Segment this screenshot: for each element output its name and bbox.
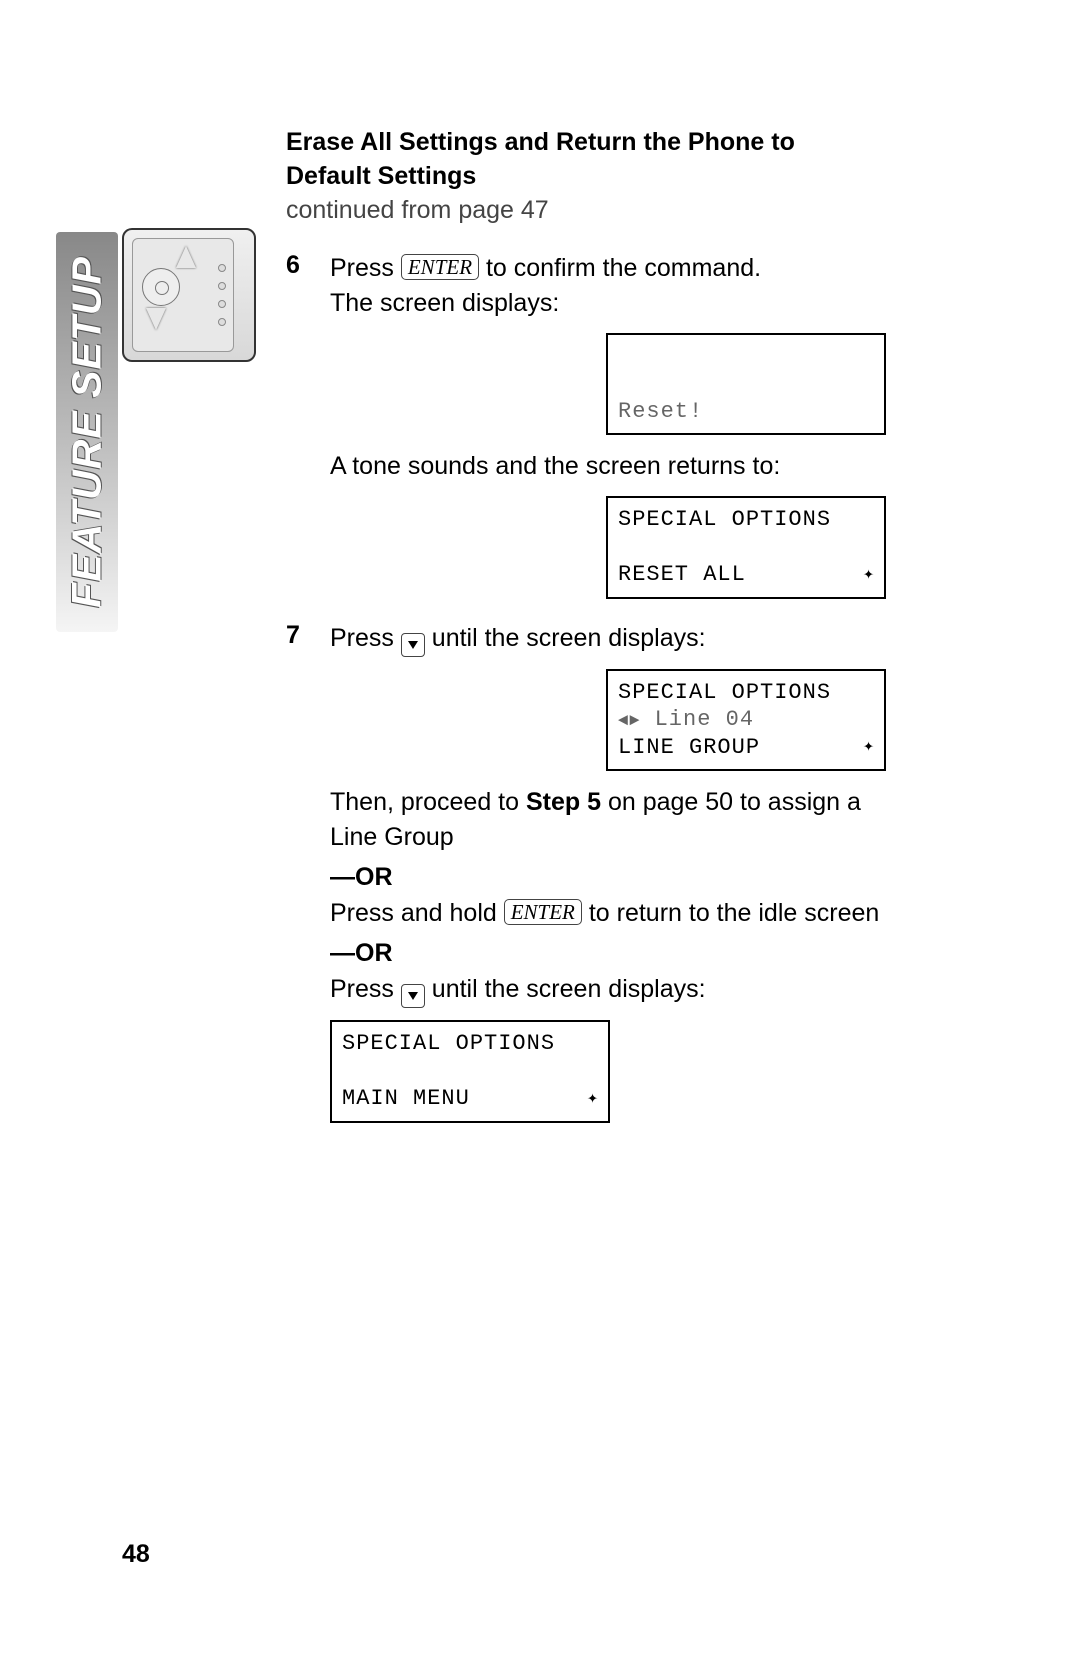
step-6-after: to confirm the command. (479, 254, 761, 282)
heading-line-2: Default Settings (286, 162, 476, 190)
heading-line-1: Erase All Settings and Return the Phone … (286, 128, 795, 156)
page-number: 48 (122, 1540, 150, 1569)
tone-text: A tone sounds and the screen returns to: (330, 449, 886, 484)
lcd4-row3: MAIN MENU ✦ (342, 1085, 598, 1113)
lcd2-row1: SPECIAL OPTIONS (618, 506, 874, 534)
or-divider-2: —OR (330, 939, 886, 968)
enter-key-icon: ENTER (401, 254, 479, 280)
down-arrow-icon (401, 633, 425, 657)
then-proceed-text: Then, proceed to Step 5 on page 50 to as… (330, 785, 886, 855)
lcd2-empty-row (618, 534, 874, 562)
content-area: Erase All Settings and Return the Phone … (286, 126, 886, 1137)
step-7: 7 Press until the screen displays: SPECI… (286, 621, 886, 856)
lcd4-row3-text: MAIN MENU (342, 1085, 470, 1113)
continued-from: continued from page 47 (286, 196, 886, 225)
arrows-lr-icon: ◄► (618, 712, 640, 731)
lcd-screen-1: Reset! (606, 333, 886, 436)
lcd3-row3: LINE GROUP ✦ (618, 734, 874, 762)
lcd4-row1: SPECIAL OPTIONS (342, 1030, 598, 1058)
step-6-prefix: Press (330, 254, 401, 282)
lcd-screen-3: SPECIAL OPTIONS ◄► Line 04 LINE GROUP ✦ (606, 669, 886, 772)
step-6-body: Press ENTER to confirm the command. The … (330, 251, 886, 613)
down-arrow-icon (401, 984, 425, 1008)
or-divider-1: —OR (330, 863, 886, 892)
lcd4-empty-row (342, 1058, 598, 1086)
lcd3-row2: ◄► Line 04 (618, 706, 874, 734)
step-7-after: until the screen displays: (425, 624, 706, 652)
lcd3-row1: SPECIAL OPTIONS (618, 679, 874, 707)
phone-illustration-thumbnail (122, 228, 256, 362)
side-tab-text: FEATURE SETUP (64, 256, 111, 608)
step-5-ref: Step 5 (526, 788, 601, 816)
section-heading: Erase All Settings and Return the Phone … (286, 126, 886, 194)
lcd1-empty-row (618, 343, 874, 371)
press-hold-2: to return to the idle screen (582, 899, 879, 927)
lcd3-row2-text: Line 04 (640, 707, 754, 732)
step-7-body: Press until the screen displays: SPECIAL… (330, 621, 886, 856)
nav-icon: ✦ (587, 1088, 598, 1111)
lcd-screen-2: SPECIAL OPTIONS RESET ALL ✦ (606, 496, 886, 599)
side-tab: FEATURE SETUP (56, 232, 118, 632)
step-6-line2: The screen displays: (330, 289, 559, 317)
step-6-number: 6 (286, 251, 312, 613)
lcd1-row3: Reset! (618, 398, 874, 426)
press-down-2: until the screen displays: (425, 975, 706, 1003)
step-6: 6 Press ENTER to confirm the command. Th… (286, 251, 886, 613)
step-7-prefix: Press (330, 624, 401, 652)
press-down-text: Press until the screen displays: (330, 972, 886, 1008)
nav-icon: ✦ (863, 736, 874, 759)
press-down-1: Press (330, 975, 401, 1003)
lcd2-row3-text: RESET ALL (618, 561, 746, 589)
nav-icon: ✦ (863, 564, 874, 587)
then-text-1: Then, proceed to (330, 788, 526, 816)
enter-key-icon: ENTER (504, 899, 582, 925)
lcd2-row3: RESET ALL ✦ (618, 561, 874, 589)
press-hold-1: Press and hold (330, 899, 504, 927)
press-hold-text: Press and hold ENTER to return to the id… (330, 896, 886, 931)
lcd1-empty-row2 (618, 370, 874, 398)
lcd3-row3-text: LINE GROUP (618, 734, 760, 762)
step-7-number: 7 (286, 621, 312, 856)
lcd-screen-4: SPECIAL OPTIONS MAIN MENU ✦ (330, 1020, 610, 1123)
